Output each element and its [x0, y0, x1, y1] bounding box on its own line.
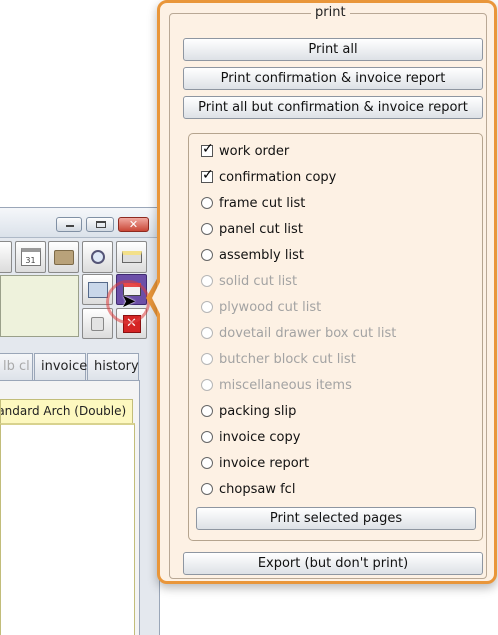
calendar-icon: 31 — [20, 248, 41, 266]
radio-button[interactable] — [201, 483, 213, 495]
export-icon — [87, 281, 108, 298]
maximize-icon — [96, 221, 106, 228]
print-group: print Print all Print confirmation & inv… — [169, 5, 487, 579]
page-option-label: dovetail drawer box cut list — [219, 325, 397, 341]
page-option-label: work order — [219, 143, 290, 159]
page-option-label: panel cut list — [219, 221, 303, 237]
magnifier-icon — [90, 250, 105, 264]
page-option-label: solid cut list — [219, 273, 298, 289]
page-option-dovetail-drawer-box-cut-list: dovetail drawer box cut list — [201, 322, 396, 344]
page-option-chopsaw-fcl[interactable]: chopsaw fcl — [201, 478, 295, 500]
page-selection-list: ✓ work order ✓ confirmation copy frame cut l… — [188, 133, 483, 541]
checkbox[interactable]: ✓ — [201, 167, 214, 183]
radio-button[interactable] — [201, 223, 213, 235]
radio-circle — [201, 275, 213, 287]
mouse-pointer-icon: ➤ — [121, 291, 137, 312]
page-option-label: packing slip — [219, 403, 297, 419]
radio-circle — [201, 223, 213, 235]
sub-tab-content — [0, 423, 135, 635]
printer-icon — [121, 251, 142, 263]
radio-circle — [201, 431, 213, 443]
page-option-invoice-copy[interactable]: invoice copy — [201, 426, 300, 448]
radio-circle — [201, 353, 213, 365]
tab-invoice[interactable]: invoice — [34, 353, 87, 380]
page-option-label: chopsaw fcl — [219, 481, 296, 497]
radio-circle — [201, 197, 213, 209]
close-icon: ✕ — [128, 218, 139, 231]
popover-arrow-fill — [152, 274, 164, 322]
page-option-label: miscellaneous items — [219, 377, 352, 393]
page-option-label: invoice copy — [219, 429, 301, 445]
radio-circle — [201, 327, 213, 339]
calendar-button[interactable]: 31 — [15, 241, 46, 273]
radio-circle — [201, 379, 213, 391]
checkmark-icon: ✓ — [202, 141, 214, 157]
radio-button — [201, 275, 213, 287]
radio-button[interactable] — [201, 197, 213, 209]
minimize-icon — [66, 225, 74, 227]
page-option-packing-slip[interactable]: packing slip — [201, 400, 296, 422]
sub-tab-standard-arch[interactable]: Standard Arch (Double) — [0, 399, 133, 423]
lock-icon — [91, 316, 104, 331]
page-option-label: assembly list — [219, 247, 304, 263]
checkbox-box: ✓ — [201, 141, 214, 157]
page-option-plywood-cut-list: plywood cut list — [201, 296, 321, 318]
print-setup-button[interactable] — [116, 241, 147, 273]
radio-button[interactable] — [201, 457, 213, 469]
minimize-button[interactable] — [56, 217, 82, 232]
info-panel — [0, 275, 79, 337]
page-option-label: invoice report — [219, 455, 310, 471]
page-option-assembly-list[interactable]: assembly list — [201, 244, 304, 266]
background-app-window: ✕ 31 ✕ ➤ lb cl invoice history Standard … — [0, 207, 160, 635]
sub-tab-label: Standard Arch (Double) — [1, 404, 127, 418]
maximize-button[interactable] — [86, 217, 114, 232]
radio-button — [201, 301, 213, 313]
radio-button[interactable] — [201, 249, 213, 261]
print-confirmation-invoice-button[interactable]: Print confirmation & invoice report — [183, 67, 483, 90]
print-popover: print Print all Print confirmation & inv… — [157, 0, 497, 584]
print-all-button[interactable]: Print all — [183, 38, 483, 61]
page-option-confirmation-copy[interactable]: ✓ confirmation copy — [201, 166, 336, 188]
radio-button[interactable] — [201, 431, 213, 443]
close-button[interactable]: ✕ — [118, 217, 149, 232]
export-no-print-button[interactable]: Export (but don't print) — [183, 552, 483, 575]
checkbox-box: ✓ — [201, 167, 214, 183]
preview-button[interactable] — [82, 241, 113, 273]
radio-circle — [201, 249, 213, 261]
checkmark-icon: ✓ — [202, 167, 214, 183]
page-option-label: frame cut list — [219, 195, 306, 211]
open-folder-button[interactable] — [48, 241, 79, 273]
page-option-work-order[interactable]: ✓ work order — [201, 140, 289, 162]
page-option-frame-cut-list[interactable]: frame cut list — [201, 192, 305, 214]
page-option-invoice-report[interactable]: invoice report — [201, 452, 309, 474]
print-selected-pages-button[interactable]: Print selected pages — [196, 507, 476, 530]
toolbar-button-partial[interactable] — [0, 241, 12, 273]
radio-button — [201, 353, 213, 365]
radio-circle — [201, 405, 213, 417]
tab-lb-cl[interactable]: lb cl — [0, 353, 33, 380]
print-all-but-confirmation-button[interactable]: Print all but confirmation & invoice rep… — [183, 96, 483, 119]
tab-history[interactable]: history — [87, 353, 139, 380]
radio-button — [201, 327, 213, 339]
page-option-butcher-block-cut-list: butcher block cut list — [201, 348, 356, 370]
page-option-label: confirmation copy — [219, 169, 337, 185]
print-group-title: print — [311, 5, 350, 21]
radio-circle — [201, 483, 213, 495]
checkbox[interactable]: ✓ — [201, 141, 214, 157]
radio-circle — [201, 457, 213, 469]
page-option-miscellaneous-items: miscellaneous items — [201, 374, 352, 396]
radio-button[interactable] — [201, 405, 213, 417]
window-titlebar: ✕ — [0, 208, 159, 238]
radio-button — [201, 379, 213, 391]
page-option-label: plywood cut list — [219, 299, 322, 315]
page-option-panel-cut-list[interactable]: panel cut list — [201, 218, 303, 240]
page-option-label: butcher block cut list — [219, 351, 356, 367]
folder-icon — [53, 249, 74, 265]
page-option-solid-cut-list: solid cut list — [201, 270, 297, 292]
radio-circle — [201, 301, 213, 313]
